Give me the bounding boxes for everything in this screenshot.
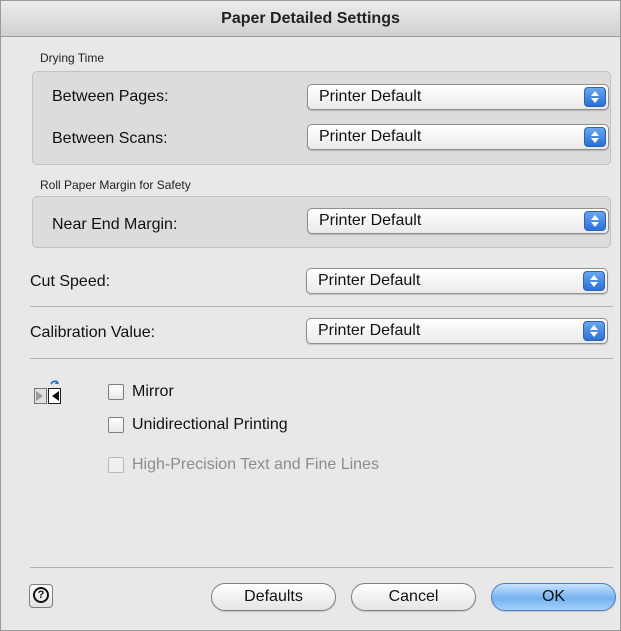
between-scans-value: Printer Default [319,128,422,145]
between-scans-popup[interactable]: Printer Default [307,124,609,150]
separator [30,358,613,359]
near-end-margin-label: Near End Margin: [52,216,178,233]
ok-button[interactable]: OK [491,583,616,611]
unidirectional-printing-checkbox[interactable] [108,417,124,433]
high-precision-checkbox [108,457,124,473]
up-down-arrows-icon [584,211,606,231]
near-end-margin-popup[interactable]: Printer Default [307,208,609,234]
help-button[interactable]: ? [29,584,53,608]
near-end-margin-value: Printer Default [319,212,422,229]
cut-speed-value: Printer Default [318,272,421,289]
between-pages-popup[interactable]: Printer Default [307,84,609,110]
cancel-button[interactable]: Cancel [351,583,476,611]
between-pages-label: Between Pages: [52,88,169,105]
up-down-arrows-icon [583,271,605,291]
between-scans-label: Between Scans: [52,130,168,147]
mirror-label: Mirror [132,383,174,400]
mirror-option[interactable]: Mirror [108,383,174,401]
drying-time-caption: Drying Time [40,51,105,65]
high-precision-label: High-Precision Text and Fine Lines [132,456,379,473]
separator [30,567,613,568]
defaults-button[interactable]: Defaults [211,583,336,611]
question-mark-icon: ? [33,587,49,603]
up-down-arrows-icon [584,127,606,147]
dialog-window: Paper Detailed Settings Drying Time Betw… [0,0,621,631]
drying-time-group: Between Pages: Printer Default Between S… [32,71,611,165]
roll-margin-caption: Roll Paper Margin for Safety [40,178,191,192]
window-title: Paper Detailed Settings [1,1,620,37]
up-down-arrows-icon [584,87,606,107]
cut-speed-label: Cut Speed: [30,273,111,290]
between-pages-value: Printer Default [319,88,422,105]
roll-margin-group: Near End Margin: Printer Default [32,196,611,248]
high-precision-option: High-Precision Text and Fine Lines [108,456,379,474]
unidirectional-printing-option[interactable]: Unidirectional Printing [108,416,288,434]
unidirectional-printing-label: Unidirectional Printing [132,416,288,433]
mirror-checkbox[interactable] [108,384,124,400]
calibration-value-label: Calibration Value: [30,324,156,341]
cut-speed-popup[interactable]: Printer Default [306,268,608,294]
calibration-value-popup[interactable]: Printer Default [306,318,608,344]
calibration-value-value: Printer Default [318,322,421,339]
separator [30,306,613,307]
mirror-icon [33,378,63,415]
up-down-arrows-icon [583,321,605,341]
